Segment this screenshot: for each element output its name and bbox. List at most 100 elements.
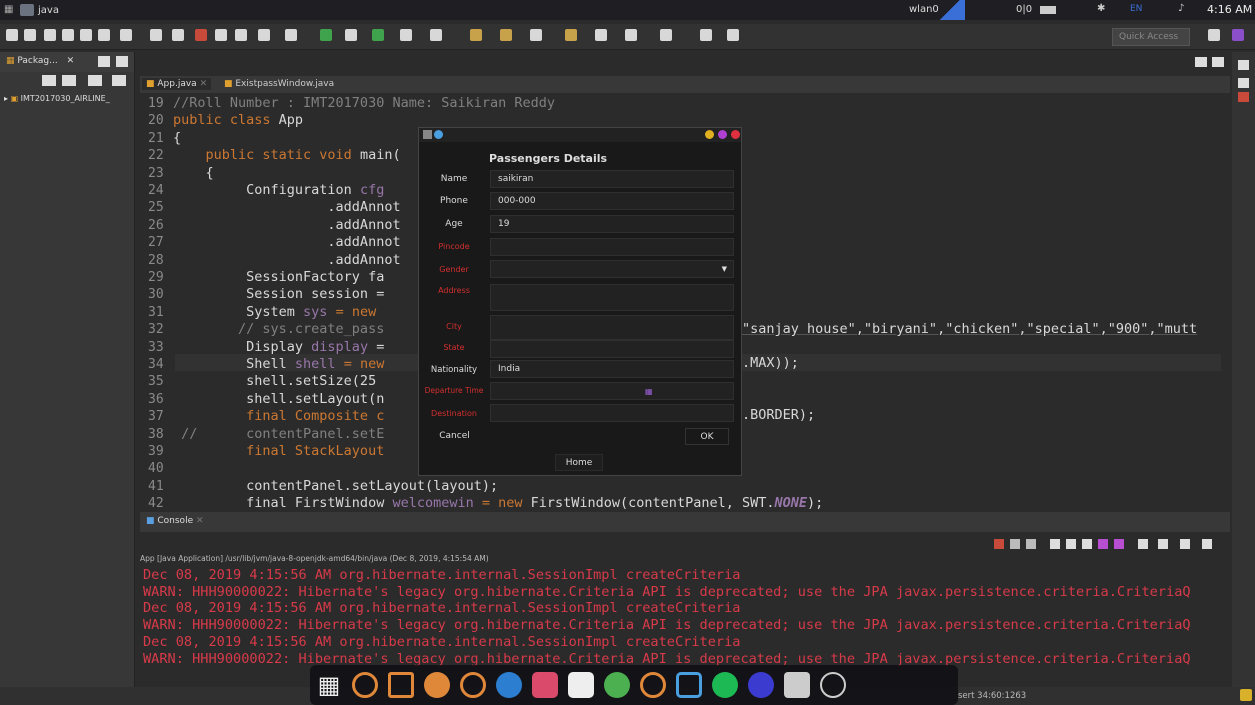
skip-icon[interactable]	[285, 29, 297, 41]
clock-app-icon[interactable]	[820, 672, 846, 698]
address-input[interactable]	[490, 284, 734, 311]
pin-icon[interactable]	[700, 29, 712, 41]
back-icon[interactable]	[595, 29, 607, 41]
show-stdout-icon[interactable]	[1114, 539, 1124, 549]
minimize-console-icon[interactable]	[1180, 539, 1190, 549]
minimize-editor-icon[interactable]	[1195, 57, 1207, 67]
departure-time-picker[interactable]: ▦	[490, 382, 734, 400]
close-tab-icon[interactable]: ✕	[200, 79, 208, 89]
state-input[interactable]	[490, 340, 734, 358]
pencil-icon[interactable]	[195, 29, 207, 41]
outline-icon[interactable]	[1238, 60, 1249, 70]
eclipse-icon[interactable]	[748, 672, 774, 698]
forward-icon[interactable]	[625, 29, 637, 41]
run-icon[interactable]	[320, 29, 332, 41]
remove-all-icon[interactable]	[1026, 539, 1036, 549]
word-wrap-icon[interactable]	[1082, 539, 1092, 549]
vscode-icon[interactable]	[676, 672, 702, 698]
tab-existpass-window[interactable]: ■ ExistpassWindow.java	[220, 78, 338, 90]
annotation-icon[interactable]	[530, 29, 542, 41]
save-icon[interactable]	[24, 29, 36, 41]
apps-grid-icon[interactable]: ▦	[4, 4, 13, 15]
bluetooth-icon[interactable]: ✱	[1097, 3, 1105, 14]
view-menu-icon[interactable]	[112, 75, 126, 86]
print-icon[interactable]	[62, 29, 74, 41]
open-type-icon[interactable]	[215, 29, 227, 41]
console-tab[interactable]: Console	[157, 516, 193, 526]
coverage-icon[interactable]	[372, 29, 384, 41]
new-package-icon[interactable]	[430, 29, 442, 41]
filter-icon[interactable]	[88, 75, 102, 86]
terminal-app-icon[interactable]	[640, 672, 666, 698]
xorg-icon[interactable]	[784, 672, 810, 698]
remove-launch-icon[interactable]	[1010, 539, 1020, 549]
volume-icon[interactable]: ♪	[1178, 3, 1184, 14]
java-perspective-icon[interactable]	[1232, 29, 1244, 41]
debug-icon[interactable]	[258, 29, 270, 41]
scroll-lock-icon[interactable]	[1066, 539, 1076, 549]
expand-arrow-icon[interactable]: ▸	[4, 94, 8, 103]
cancel-button[interactable]: Cancel	[427, 428, 482, 445]
search-icon[interactable]	[120, 29, 132, 41]
minimize-icon[interactable]	[98, 56, 110, 67]
collapse-all-icon[interactable]	[42, 75, 56, 86]
home-button[interactable]: Home	[555, 454, 603, 471]
clear-console-icon[interactable]	[1050, 539, 1060, 549]
perspective-icon[interactable]	[1208, 29, 1220, 41]
history-icon[interactable]	[660, 29, 672, 41]
new-icon[interactable]	[6, 29, 18, 41]
pin-console-icon[interactable]	[1098, 539, 1108, 549]
task-icon[interactable]	[235, 29, 247, 41]
chrome-icon[interactable]	[460, 672, 486, 698]
maximize-dialog-icon[interactable]	[718, 130, 727, 139]
terminate-icon[interactable]	[994, 539, 1004, 549]
task-list-icon[interactable]	[1238, 78, 1249, 88]
new-java-project-icon[interactable]	[400, 29, 412, 41]
pycharm-icon[interactable]	[568, 672, 594, 698]
run-menu-icon[interactable]	[345, 29, 357, 41]
project-tree-item[interactable]: ▸ ▣ IMT2017030_AIRLINE_	[0, 90, 134, 107]
close-console-icon[interactable]: ✕	[196, 516, 204, 526]
maximize-icon[interactable]	[116, 56, 128, 67]
open-console-icon[interactable]	[1158, 539, 1168, 549]
build-icon[interactable]	[80, 29, 92, 41]
new-class-icon[interactable]	[470, 29, 482, 41]
maximize-console-icon[interactable]	[1202, 539, 1212, 549]
maximize-editor-icon[interactable]	[1212, 57, 1224, 67]
name-input[interactable]: saikiran	[490, 170, 734, 188]
sticky-icon[interactable]	[434, 130, 443, 139]
ok-button[interactable]: OK	[685, 428, 729, 445]
next-annotation-icon[interactable]	[565, 29, 577, 41]
tab-app-java[interactable]: ■ App.java ✕	[142, 78, 212, 90]
link-editor-icon[interactable]	[62, 75, 76, 86]
files-icon[interactable]	[388, 672, 414, 698]
settings-icon[interactable]	[352, 672, 378, 698]
minimize-dialog-icon[interactable]	[705, 130, 714, 139]
keyboard-language[interactable]: EN	[1130, 4, 1142, 14]
firefox-icon[interactable]	[496, 672, 522, 698]
pincode-input[interactable]	[490, 238, 734, 256]
android-studio-icon[interactable]	[604, 672, 630, 698]
intellij-icon[interactable]	[532, 672, 558, 698]
close-dialog-icon[interactable]	[731, 130, 740, 139]
calendar-icon[interactable]: ▦	[645, 386, 653, 397]
city-input[interactable]	[490, 315, 734, 340]
close-icon[interactable]: ✕	[67, 56, 75, 66]
quick-access-input[interactable]: Quick Access	[1112, 28, 1190, 46]
console-view-icon[interactable]	[727, 29, 739, 41]
ubuntu-icon[interactable]	[424, 672, 450, 698]
problems-icon[interactable]	[1238, 92, 1249, 102]
spotify-icon[interactable]	[712, 672, 738, 698]
phone-input[interactable]: 000-000	[490, 192, 734, 210]
nationality-input[interactable]: India	[490, 360, 734, 378]
gender-select[interactable]: ▼	[490, 260, 734, 278]
apps-launcher-icon[interactable]: ▦	[316, 672, 342, 698]
wrench-icon[interactable]	[172, 29, 184, 41]
notification-icon[interactable]	[1240, 689, 1252, 701]
save-all-icon[interactable]	[44, 29, 56, 41]
terminal-icon[interactable]	[98, 29, 110, 41]
destination-input[interactable]	[490, 404, 734, 422]
display-console-icon[interactable]	[1138, 539, 1148, 549]
age-input[interactable]: 19	[490, 215, 734, 233]
external-tools-icon[interactable]	[150, 29, 162, 41]
